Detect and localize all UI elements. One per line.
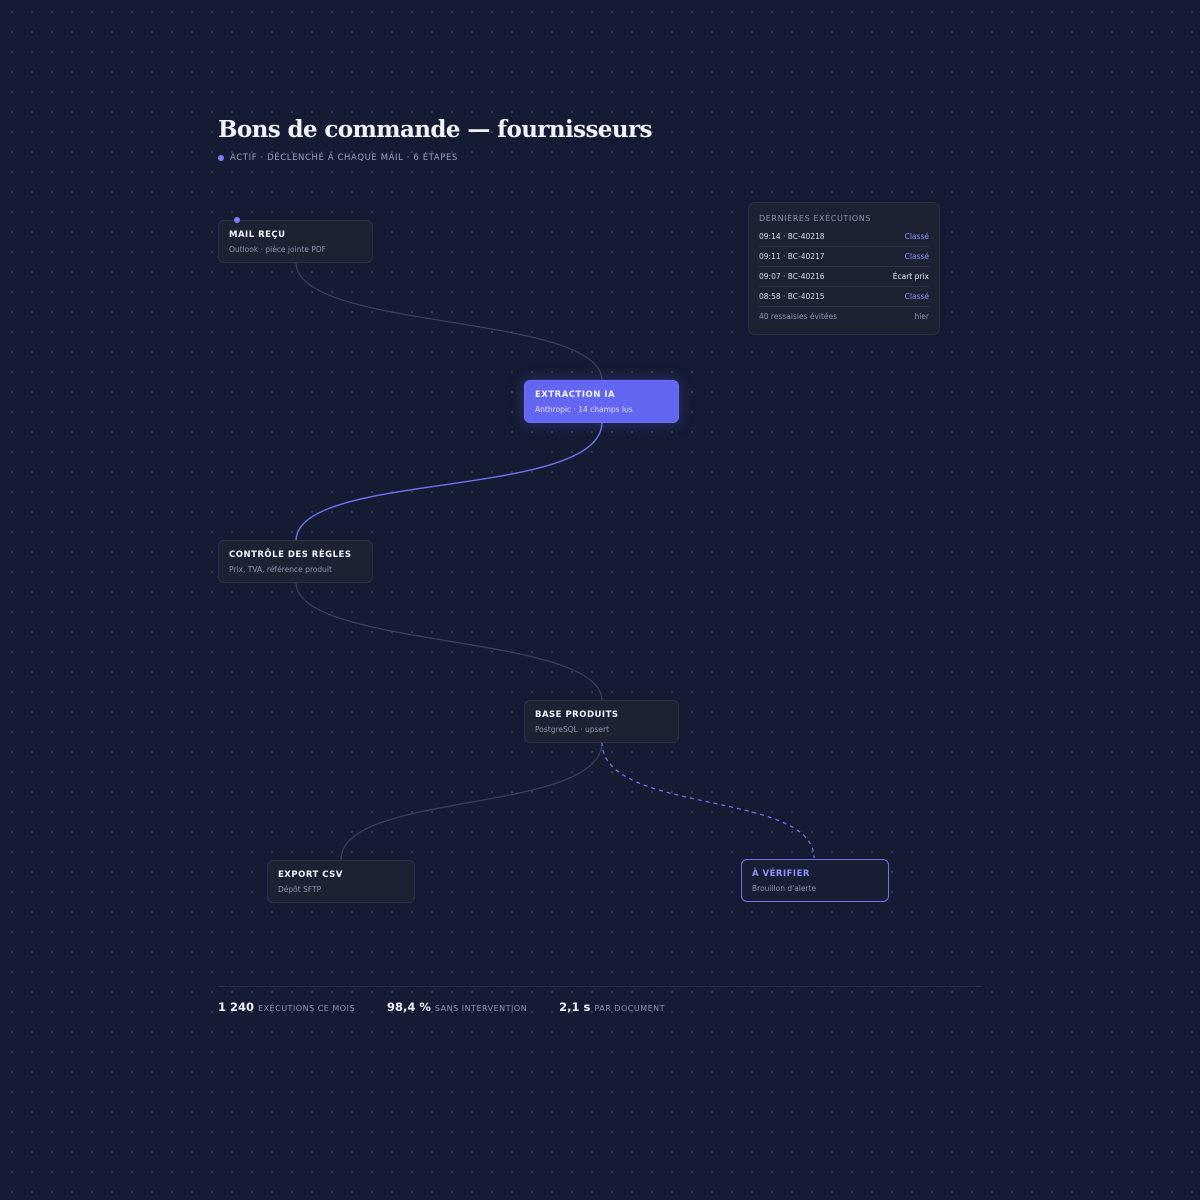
link-controle-base xyxy=(295,581,603,702)
node-title: Contrôle des règles xyxy=(229,550,352,560)
execution-label: 09:14 · BC-40218 xyxy=(759,232,825,241)
link-extraction-controle xyxy=(295,421,603,542)
stat-value: 1 240 xyxy=(218,1000,255,1014)
node-title: Export CSV xyxy=(278,870,343,880)
stat-value: 2,1 s xyxy=(559,1000,591,1014)
link-base-verifier xyxy=(601,741,815,859)
workflow-connections xyxy=(295,261,815,861)
node-mail-recu[interactable]: Mail reçu Outlook · pièce jointe PDF xyxy=(218,220,373,263)
node-subtitle: PostgreSQL · upsert xyxy=(535,725,610,734)
execution-status: Classé xyxy=(904,232,929,241)
executions-panel-title: Dernières exécutions xyxy=(759,214,872,223)
execution-row[interactable]: 09:07 · BC-40216 Écart prix xyxy=(759,267,929,287)
node-subtitle: Anthropic · 14 champs lus xyxy=(535,405,633,414)
node-title: Extraction IA xyxy=(535,390,616,400)
node-controle-regles[interactable]: Contrôle des règles Prix, TVA, référence… xyxy=(218,540,373,583)
node-a-verifier[interactable]: À vérifier Brouillon d'alerte xyxy=(741,859,889,902)
node-export-csv[interactable]: Export CSV Dépôt SFTP xyxy=(267,860,415,903)
node-title: Base produits xyxy=(535,710,619,720)
stat-sans-intervention: 98,4 % sans intervention xyxy=(387,1000,527,1014)
execution-label: 08:58 · BC-40215 xyxy=(759,292,825,301)
node-subtitle: Brouillon d'alerte xyxy=(752,884,817,893)
execution-row[interactable]: 09:14 · BC-40218 Classé xyxy=(759,227,929,247)
node-title: Mail reçu xyxy=(229,230,286,240)
execution-row[interactable]: 09:11 · BC-40217 Classé xyxy=(759,247,929,267)
link-base-export xyxy=(340,741,603,861)
execution-row[interactable]: 08:58 · BC-40215 Classé xyxy=(759,287,929,307)
execution-status: Écart prix xyxy=(892,272,929,281)
trigger-dot xyxy=(234,217,240,223)
execution-status: Classé xyxy=(904,292,929,301)
execution-status: Classé xyxy=(904,252,929,261)
stats-bar: 1 240 exécutions ce mois 98,4 % sans int… xyxy=(218,1000,697,1014)
node-title: À vérifier xyxy=(752,869,810,879)
summary-label: 40 ressaisies évitées xyxy=(759,312,838,321)
node-subtitle: Dépôt SFTP xyxy=(278,885,322,894)
executions-summary: 40 ressaisies évitées hier xyxy=(759,307,929,326)
executions-panel: Dernières exécutions 09:14 · BC-40218 Cl… xyxy=(748,202,940,335)
stat-value: 98,4 % xyxy=(387,1000,431,1014)
stat-label: par document xyxy=(594,1004,666,1013)
execution-label: 09:11 · BC-40217 xyxy=(759,252,825,261)
link-mail-extraction xyxy=(295,261,603,382)
node-base-produits[interactable]: Base produits PostgreSQL · upsert xyxy=(524,700,679,743)
stat-par-document: 2,1 s par document xyxy=(559,1000,665,1014)
node-subtitle: Prix, TVA, référence produit xyxy=(229,565,332,574)
stat-label: exécutions ce mois xyxy=(258,1004,356,1013)
stat-executions: 1 240 exécutions ce mois xyxy=(218,1000,355,1014)
summary-value: hier xyxy=(914,312,929,321)
node-subtitle: Outlook · pièce jointe PDF xyxy=(229,245,326,254)
stat-label: sans intervention xyxy=(434,1004,528,1013)
node-extraction-ia[interactable]: Extraction IA Anthropic · 14 champs lus xyxy=(524,380,679,423)
execution-label: 09:07 · BC-40216 xyxy=(759,272,825,281)
stats-divider xyxy=(218,986,982,987)
